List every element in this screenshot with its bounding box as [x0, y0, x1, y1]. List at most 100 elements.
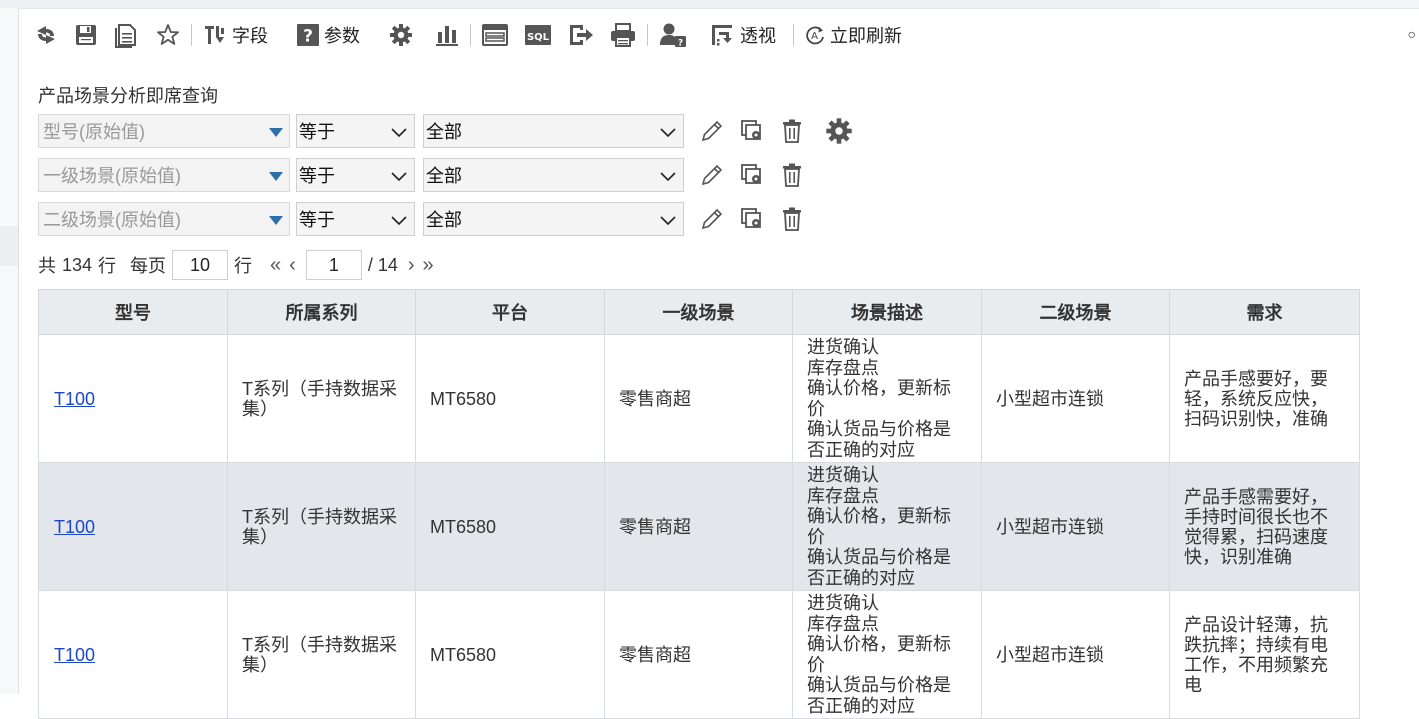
chart-button[interactable]	[427, 18, 467, 52]
pencil-icon	[701, 208, 723, 230]
filter-operator-select[interactable]: 等于	[296, 114, 415, 148]
edit-filter-button[interactable]	[692, 158, 732, 192]
sql-button[interactable]: SQL	[516, 18, 560, 52]
edit-filter-button[interactable]	[692, 202, 732, 236]
query-settings-gear-icon[interactable]	[824, 116, 854, 146]
cell-scene1: 零售商超	[604, 462, 793, 591]
filter-value-text: 全部	[426, 210, 462, 230]
cell-model: T100	[38, 462, 228, 591]
description-line: 库存盘点	[807, 613, 879, 634]
cell-series: T系列（手持数据采集）	[227, 334, 416, 463]
filter-field-select[interactable]: 型号(原始值)	[38, 114, 290, 148]
column-header-description[interactable]: 场景描述	[792, 289, 982, 335]
first-page-icon[interactable]: «	[266, 254, 285, 277]
chevron-down-icon	[391, 216, 407, 226]
column-header-requirement[interactable]: 需求	[1169, 289, 1360, 335]
chevron-down-icon	[660, 128, 676, 138]
pencil-icon	[701, 164, 723, 186]
toolbar-separator	[793, 24, 794, 46]
settings-button[interactable]	[381, 18, 421, 52]
settings-gear-icon	[390, 24, 412, 46]
cell-scene2: 小型超市连锁	[981, 590, 1170, 719]
user-permission-button[interactable]: ?	[651, 18, 695, 52]
layout-button[interactable]	[474, 18, 516, 52]
cell-requirement: 产品设计轻薄，抗跌抗摔；持续有电工作，不用频繁充电	[1169, 590, 1360, 719]
pencil-icon	[701, 120, 723, 142]
filter-row: 型号(原始值) 等于 全部	[38, 114, 812, 148]
filter-field-select[interactable]: 一级场景(原始值)	[38, 158, 290, 192]
delete-filter-button[interactable]	[772, 158, 812, 192]
prev-page-icon[interactable]: ‹	[285, 254, 300, 277]
left-sidebar-edge	[0, 8, 19, 694]
filter-value-select[interactable]: 全部	[423, 202, 684, 236]
filter-settings-button[interactable]	[732, 114, 772, 148]
trash-icon	[783, 163, 801, 187]
corner-small-icon[interactable]: ○	[1408, 26, 1416, 42]
filter-value-select[interactable]: 全部	[423, 114, 684, 148]
model-link[interactable]: T100	[54, 517, 95, 537]
delete-filter-button[interactable]	[772, 202, 812, 236]
cell-scene2: 小型超市连锁	[981, 462, 1170, 591]
cell-platform: MT6580	[415, 334, 605, 463]
field-icon	[205, 26, 224, 44]
param-label: 参数	[324, 26, 360, 46]
edit-filter-button[interactable]	[692, 114, 732, 148]
cell-requirement: 产品手感需要好，手持时间很长也不觉得累，扫码速度快，识别准确	[1169, 462, 1360, 591]
trash-icon	[783, 207, 801, 231]
refresh-now-label: 立即刷新	[830, 26, 902, 46]
column-header-scene2[interactable]: 二级场景	[981, 289, 1170, 335]
user-permission-icon: ?	[660, 23, 686, 49]
table-row: T100 T系列（手持数据采集） MT6580 零售商超 进货确认 库存盘点 确…	[38, 590, 1360, 719]
copy-settings-icon	[741, 208, 761, 228]
chevron-down-icon	[391, 128, 407, 138]
export-button[interactable]	[560, 18, 602, 52]
cell-platform: MT6580	[415, 590, 605, 719]
left-sidebar-marker	[0, 226, 18, 266]
param-help-icon: ?	[297, 24, 319, 47]
last-page-icon[interactable]: »	[419, 254, 438, 277]
filter-field-select[interactable]: 二级场景(原始值)	[38, 202, 290, 236]
copy-settings-icon	[741, 120, 761, 140]
filter-settings-button[interactable]	[732, 202, 772, 236]
print-button[interactable]	[602, 18, 644, 52]
field-button[interactable]: 字段	[195, 18, 275, 52]
model-link[interactable]: T100	[54, 645, 95, 665]
chevron-down-icon	[391, 172, 407, 182]
column-header-series[interactable]: 所属系列	[227, 289, 416, 335]
column-header-model[interactable]: 型号	[38, 289, 228, 335]
pivot-button[interactable]: 透视	[703, 18, 783, 52]
save-as-button[interactable]	[106, 18, 148, 52]
description-line: 确认价格，更新标价	[807, 634, 951, 675]
delete-filter-button[interactable]	[772, 114, 812, 148]
column-header-platform[interactable]: 平台	[415, 289, 605, 335]
filter-settings-button[interactable]	[732, 158, 772, 192]
filter-operator-select[interactable]: 等于	[296, 202, 415, 236]
favorite-button[interactable]	[148, 18, 188, 52]
cell-scene1: 零售商超	[604, 590, 793, 719]
column-header-scene1[interactable]: 一级场景	[604, 289, 793, 335]
param-button[interactable]: ? 参数	[289, 18, 367, 52]
description-line: 进货确认	[807, 593, 879, 613]
cell-model: T100	[38, 590, 228, 719]
cell-description: 进货确认 库存盘点 确认价格，更新标价 确认货品与价格是否正确的对应	[792, 590, 982, 719]
filter-operator-select[interactable]: 等于	[296, 158, 415, 192]
query-title: 产品场景分析即席查询	[38, 86, 218, 106]
refresh-button[interactable]	[26, 18, 66, 52]
top-strip-segment	[0, 0, 1160, 8]
sql-icon: SQL	[525, 25, 551, 45]
auto-refresh-button[interactable]: A 立即刷新	[797, 18, 909, 52]
next-page-icon[interactable]: ›	[404, 254, 419, 277]
table-row: T100 T系列（手持数据采集） MT6580 零售商超 进货确认 库存盘点 确…	[38, 334, 1360, 463]
refresh-icon	[37, 26, 55, 44]
current-page-input[interactable]	[305, 250, 362, 280]
toolbar-separator	[191, 24, 192, 46]
save-button[interactable]	[66, 18, 106, 52]
per-page-input[interactable]	[172, 250, 229, 280]
description-line: 确认货品与价格是否正确的对应	[807, 547, 951, 588]
filter-field-text: 型号(原始值)	[43, 122, 145, 142]
model-link[interactable]: T100	[54, 389, 95, 409]
filter-field-text: 一级场景(原始值)	[43, 166, 181, 186]
description-line: 库存盘点	[807, 485, 879, 506]
filter-value-select[interactable]: 全部	[423, 158, 684, 192]
toolbar-separator	[470, 24, 471, 46]
